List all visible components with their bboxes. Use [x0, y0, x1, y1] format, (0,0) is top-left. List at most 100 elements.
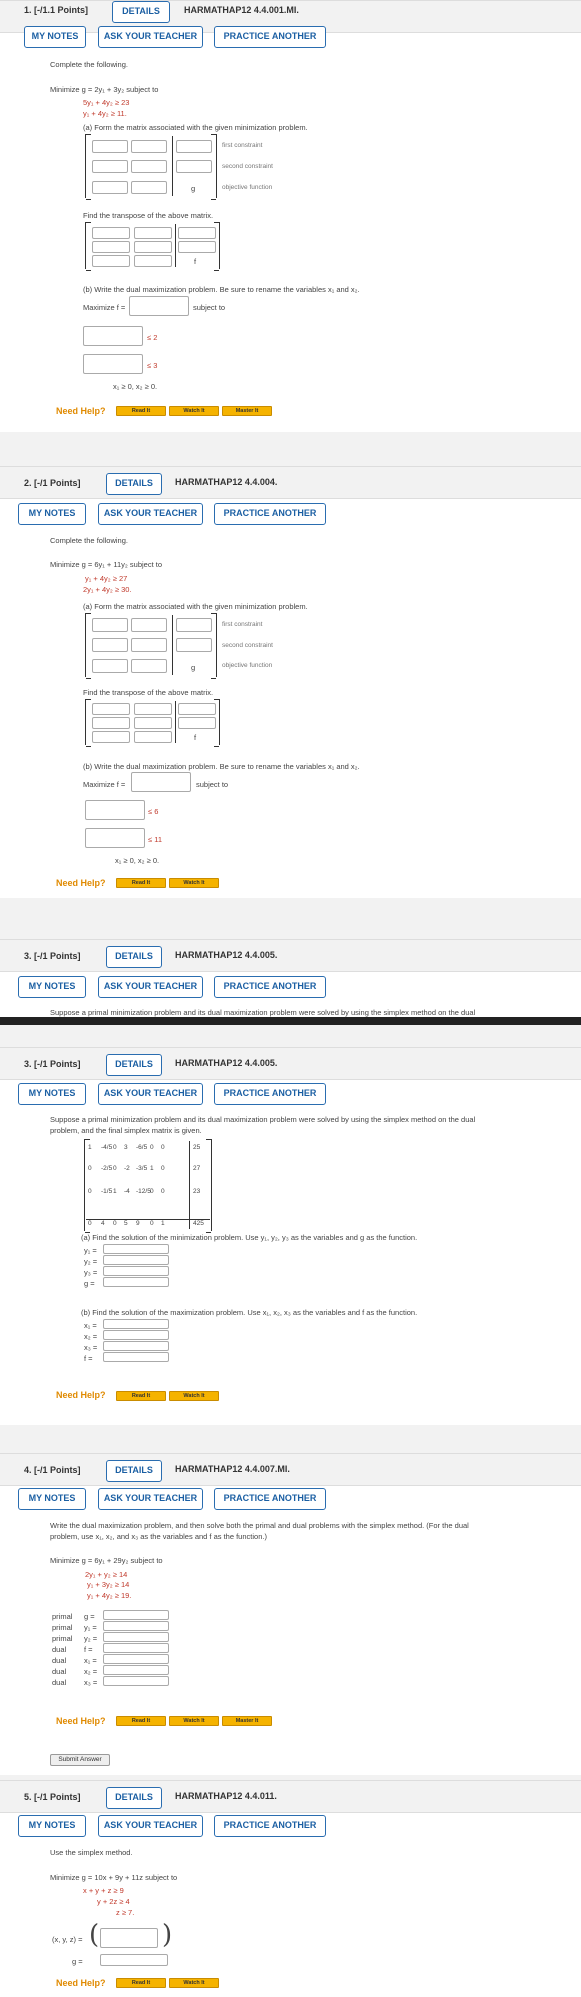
matrix-cell[interactable]	[92, 241, 130, 253]
details-button[interactable]: DETAILS	[112, 1, 170, 23]
ask-teacher-button[interactable]: ASK YOUR TEACHER	[98, 503, 203, 525]
xyz-input[interactable]	[100, 1928, 158, 1948]
read-it-button[interactable]: Read It	[116, 1978, 166, 1988]
matrix-cell[interactable]	[92, 140, 128, 153]
practice-another-button[interactable]: PRACTICE ANOTHER	[214, 1083, 326, 1105]
matrix-cell[interactable]	[92, 703, 130, 715]
matrix-cell[interactable]	[92, 731, 130, 743]
practice-another-button[interactable]: PRACTICE ANOTHER	[214, 26, 326, 48]
watch-it-button[interactable]: Watch It	[169, 406, 219, 416]
matrix-cell[interactable]	[92, 255, 130, 267]
constraint-input-2[interactable]	[85, 828, 145, 848]
matrix-cell[interactable]	[178, 717, 216, 729]
constraint-input-2[interactable]	[83, 354, 143, 374]
matrix-cell[interactable]	[176, 160, 212, 173]
watch-it-button[interactable]: Watch It	[169, 1716, 219, 1726]
answer-input[interactable]	[103, 1244, 169, 1254]
matrix-cell[interactable]	[176, 618, 212, 632]
answer-input[interactable]	[103, 1643, 169, 1653]
question-3: 3. [-/1 Points] DETAILS HARMATHAP12 4.4.…	[0, 1047, 581, 1425]
ask-teacher-button[interactable]: ASK YOUR TEACHER	[98, 1488, 203, 1510]
constraint-1: 5y₁ + 4y₂ ≥ 23	[83, 98, 130, 107]
matrix-cell[interactable]	[176, 140, 212, 153]
matrix-cell[interactable]	[92, 659, 128, 673]
my-notes-button[interactable]: MY NOTES	[18, 1488, 86, 1510]
matrix-cell[interactable]	[92, 638, 128, 652]
matrix-cell[interactable]	[92, 181, 128, 194]
details-button[interactable]: DETAILS	[106, 1787, 162, 1809]
matrix-cell[interactable]	[131, 140, 167, 153]
master-it-button[interactable]: Master It	[222, 1716, 272, 1726]
matrix-cell[interactable]	[131, 638, 167, 652]
matrix-cell[interactable]	[134, 241, 172, 253]
read-it-button[interactable]: Read It	[116, 878, 166, 888]
answer-input[interactable]	[103, 1277, 169, 1287]
watch-it-button[interactable]: Watch It	[169, 878, 219, 888]
answer-input[interactable]	[103, 1255, 169, 1265]
matrix-cell[interactable]	[92, 618, 128, 632]
matrix-value: -2/5	[101, 1165, 113, 1172]
matrix-cell[interactable]	[134, 731, 172, 743]
ask-teacher-button[interactable]: ASK YOUR TEACHER	[98, 1815, 203, 1837]
my-notes-button[interactable]: MY NOTES	[18, 976, 86, 998]
answer-input[interactable]	[103, 1621, 169, 1631]
practice-another-button[interactable]: PRACTICE ANOTHER	[214, 503, 326, 525]
my-notes-button[interactable]: MY NOTES	[18, 1815, 86, 1837]
objective-input[interactable]	[129, 296, 189, 316]
answer-input[interactable]	[103, 1319, 169, 1329]
matrix-cell[interactable]	[92, 227, 130, 239]
matrix-cell[interactable]	[131, 181, 167, 194]
read-it-button[interactable]: Read It	[116, 1716, 166, 1726]
matrix-cell[interactable]	[131, 160, 167, 173]
matrix-cell[interactable]	[178, 703, 216, 715]
matrix-cell[interactable]	[92, 160, 128, 173]
answer-input[interactable]	[103, 1266, 169, 1276]
constraint-input-1[interactable]	[83, 326, 143, 346]
my-notes-button[interactable]: MY NOTES	[24, 26, 86, 48]
practice-another-button[interactable]: PRACTICE ANOTHER	[214, 1488, 326, 1510]
answer-input[interactable]	[103, 1330, 169, 1340]
master-it-button[interactable]: Master It	[222, 406, 272, 416]
answer-input[interactable]	[103, 1654, 169, 1664]
matrix-value: -3/5	[136, 1165, 148, 1172]
answer-input[interactable]	[103, 1352, 169, 1362]
answer-input[interactable]	[103, 1676, 169, 1686]
answer-input[interactable]	[103, 1610, 169, 1620]
details-button[interactable]: DETAILS	[106, 1460, 162, 1482]
constraint-input-1[interactable]	[85, 800, 145, 820]
details-button[interactable]: DETAILS	[106, 1054, 162, 1076]
my-notes-button[interactable]: MY NOTES	[18, 503, 86, 525]
matrix-cell[interactable]	[134, 717, 172, 729]
need-help-label: Need Help?	[56, 1390, 106, 1400]
details-button[interactable]: DETAILS	[106, 473, 162, 495]
matrix-cell[interactable]	[178, 227, 216, 239]
practice-another-button[interactable]: PRACTICE ANOTHER	[214, 1815, 326, 1837]
matrix-cell[interactable]	[176, 638, 212, 652]
g-input[interactable]	[100, 1954, 168, 1966]
answer-input[interactable]	[103, 1632, 169, 1642]
my-notes-button[interactable]: MY NOTES	[18, 1083, 86, 1105]
question-number: 3. [-/1 Points]	[24, 951, 81, 961]
matrix-cell[interactable]	[131, 618, 167, 632]
matrix-cell[interactable]	[92, 717, 130, 729]
matrix-cell[interactable]	[134, 255, 172, 267]
answer-input[interactable]	[103, 1665, 169, 1675]
practice-another-button[interactable]: PRACTICE ANOTHER	[214, 976, 326, 998]
objective-input[interactable]	[131, 772, 191, 792]
ask-teacher-button[interactable]: ASK YOUR TEACHER	[98, 976, 203, 998]
watch-it-button[interactable]: Watch It	[169, 1391, 219, 1401]
matrix-cell[interactable]	[178, 241, 216, 253]
submit-answer-button[interactable]: Submit Answer	[50, 1754, 110, 1766]
answer-input[interactable]	[103, 1341, 169, 1351]
matrix-cell[interactable]	[134, 227, 172, 239]
watch-it-button[interactable]: Watch It	[169, 1978, 219, 1988]
question-header: 5. [-/1 Points] DETAILS HARMATHAP12 4.4.…	[0, 1781, 581, 1813]
ask-teacher-button[interactable]: ASK YOUR TEACHER	[98, 26, 203, 48]
matrix-cell[interactable]	[131, 659, 167, 673]
details-button[interactable]: DETAILS	[106, 946, 162, 968]
ask-teacher-button[interactable]: ASK YOUR TEACHER	[98, 1083, 203, 1105]
read-it-button[interactable]: Read It	[116, 1391, 166, 1401]
read-it-button[interactable]: Read It	[116, 406, 166, 416]
part-b-text: (b) Write the dual maximization problem.…	[83, 762, 360, 771]
matrix-cell[interactable]	[134, 703, 172, 715]
